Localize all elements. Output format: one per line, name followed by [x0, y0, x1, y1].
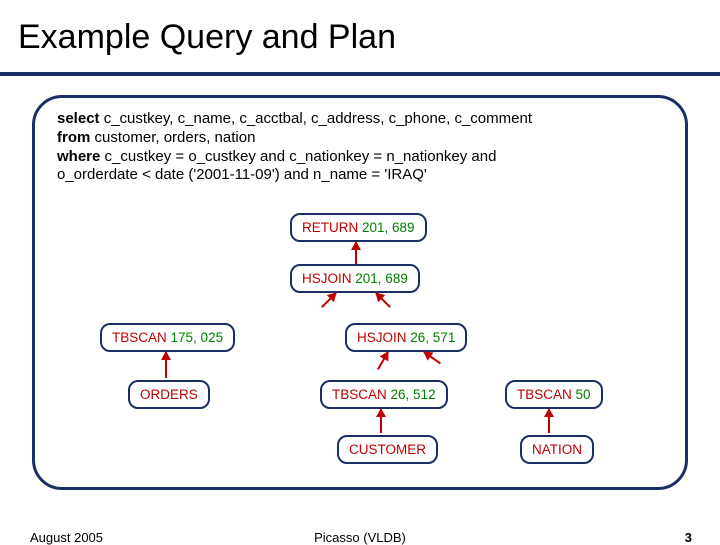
footer-venue: Picasso (VLDB) — [0, 530, 720, 545]
op-customer: CUSTOMER — [349, 442, 426, 457]
arrow-return — [355, 242, 357, 264]
op-return: RETURN — [302, 220, 358, 235]
slide-title: Example Query and Plan — [0, 0, 720, 57]
node-orders: ORDERS — [128, 380, 210, 409]
op-tbscan-customer: TBSCAN — [332, 387, 387, 402]
card-return: 201, 689 — [362, 220, 415, 235]
op-nation: NATION — [532, 442, 582, 457]
sql-query: select c_custkey, c_name, c_acctbal, c_a… — [57, 110, 667, 185]
footer-page: 3 — [685, 530, 692, 545]
node-hsjoin2: HSJOIN 26, 571 — [345, 323, 467, 352]
node-tbscan-orders: TBSCAN 175, 025 — [100, 323, 235, 352]
arrow-hsjoin2-right — [423, 351, 441, 364]
content-frame: select c_custkey, c_name, c_acctbal, c_a… — [32, 95, 688, 490]
op-orders: ORDERS — [140, 387, 198, 402]
card-tbscan-customer: 26, 512 — [391, 387, 436, 402]
select-cols: c_custkey, c_name, c_acctbal, c_address,… — [100, 110, 532, 127]
arrow-orders — [165, 352, 167, 378]
node-nation: NATION — [520, 435, 594, 464]
arrow-nation — [548, 409, 550, 433]
kw-where: where — [57, 148, 100, 165]
node-return: RETURN 201, 689 — [290, 213, 427, 242]
op-hsjoin2: HSJOIN — [357, 330, 407, 345]
arrow-hsjoin1-right — [375, 292, 391, 308]
card-tbscan-nation: 50 — [576, 387, 591, 402]
title-underline — [0, 72, 720, 76]
op-tbscan-orders: TBSCAN — [112, 330, 167, 345]
arrow-hsjoin2-left — [377, 352, 389, 370]
kw-from: from — [57, 129, 90, 146]
kw-select: select — [57, 110, 100, 127]
card-hsjoin1: 201, 689 — [355, 271, 408, 286]
node-tbscan-customer: TBSCAN 26, 512 — [320, 380, 448, 409]
card-hsjoin2: 26, 571 — [410, 330, 455, 345]
from-tables: customer, orders, nation — [90, 129, 255, 146]
op-tbscan-nation: TBSCAN — [517, 387, 572, 402]
op-hsjoin1: HSJOIN — [302, 271, 352, 286]
arrow-hsjoin1-left — [321, 292, 337, 308]
node-customer: CUSTOMER — [337, 435, 438, 464]
where-line2: o_orderdate < date ('2001-11-09') and n_… — [57, 166, 427, 183]
where-line1: c_custkey = o_custkey and c_nationkey = … — [100, 148, 496, 165]
node-tbscan-nation: TBSCAN 50 — [505, 380, 603, 409]
node-hsjoin1: HSJOIN 201, 689 — [290, 264, 420, 293]
card-tbscan-orders: 175, 025 — [171, 330, 224, 345]
arrow-customer — [380, 409, 382, 433]
